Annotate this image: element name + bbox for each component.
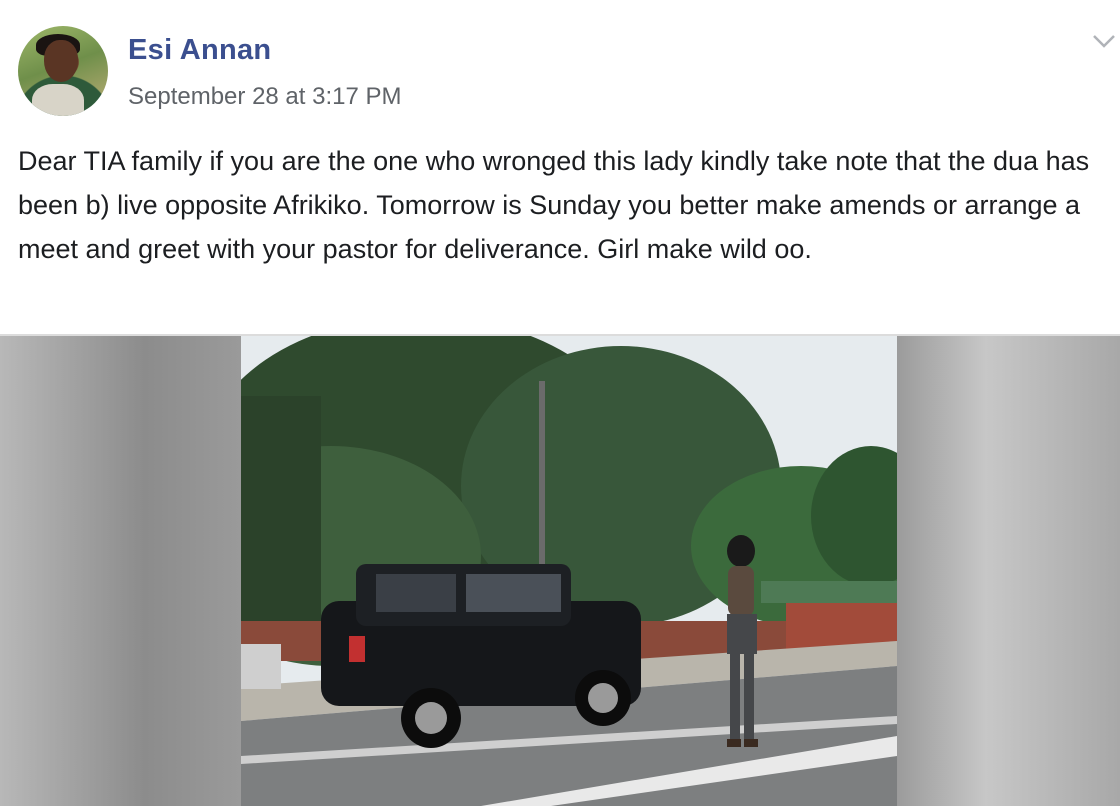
post-media [0, 336, 1120, 806]
post-timestamp[interactable]: September 28 at 3:17 PM [128, 83, 402, 111]
post-text: Dear TIA family if you are the one who w… [18, 146, 1090, 264]
avatar-face [44, 40, 78, 82]
author-avatar[interactable] [18, 26, 108, 116]
author-name[interactable]: Esi Annan [128, 34, 271, 67]
blurred-background-right [897, 336, 1120, 806]
post-header: Esi Annan September 28 at 3:17 PM Dear T… [0, 0, 1120, 336]
post-photo[interactable] [241, 336, 897, 806]
avatar-body [32, 84, 84, 116]
chevron-down-icon[interactable] [1090, 30, 1118, 52]
blurred-background-left [0, 336, 241, 806]
street-scene-illustration [241, 336, 897, 806]
